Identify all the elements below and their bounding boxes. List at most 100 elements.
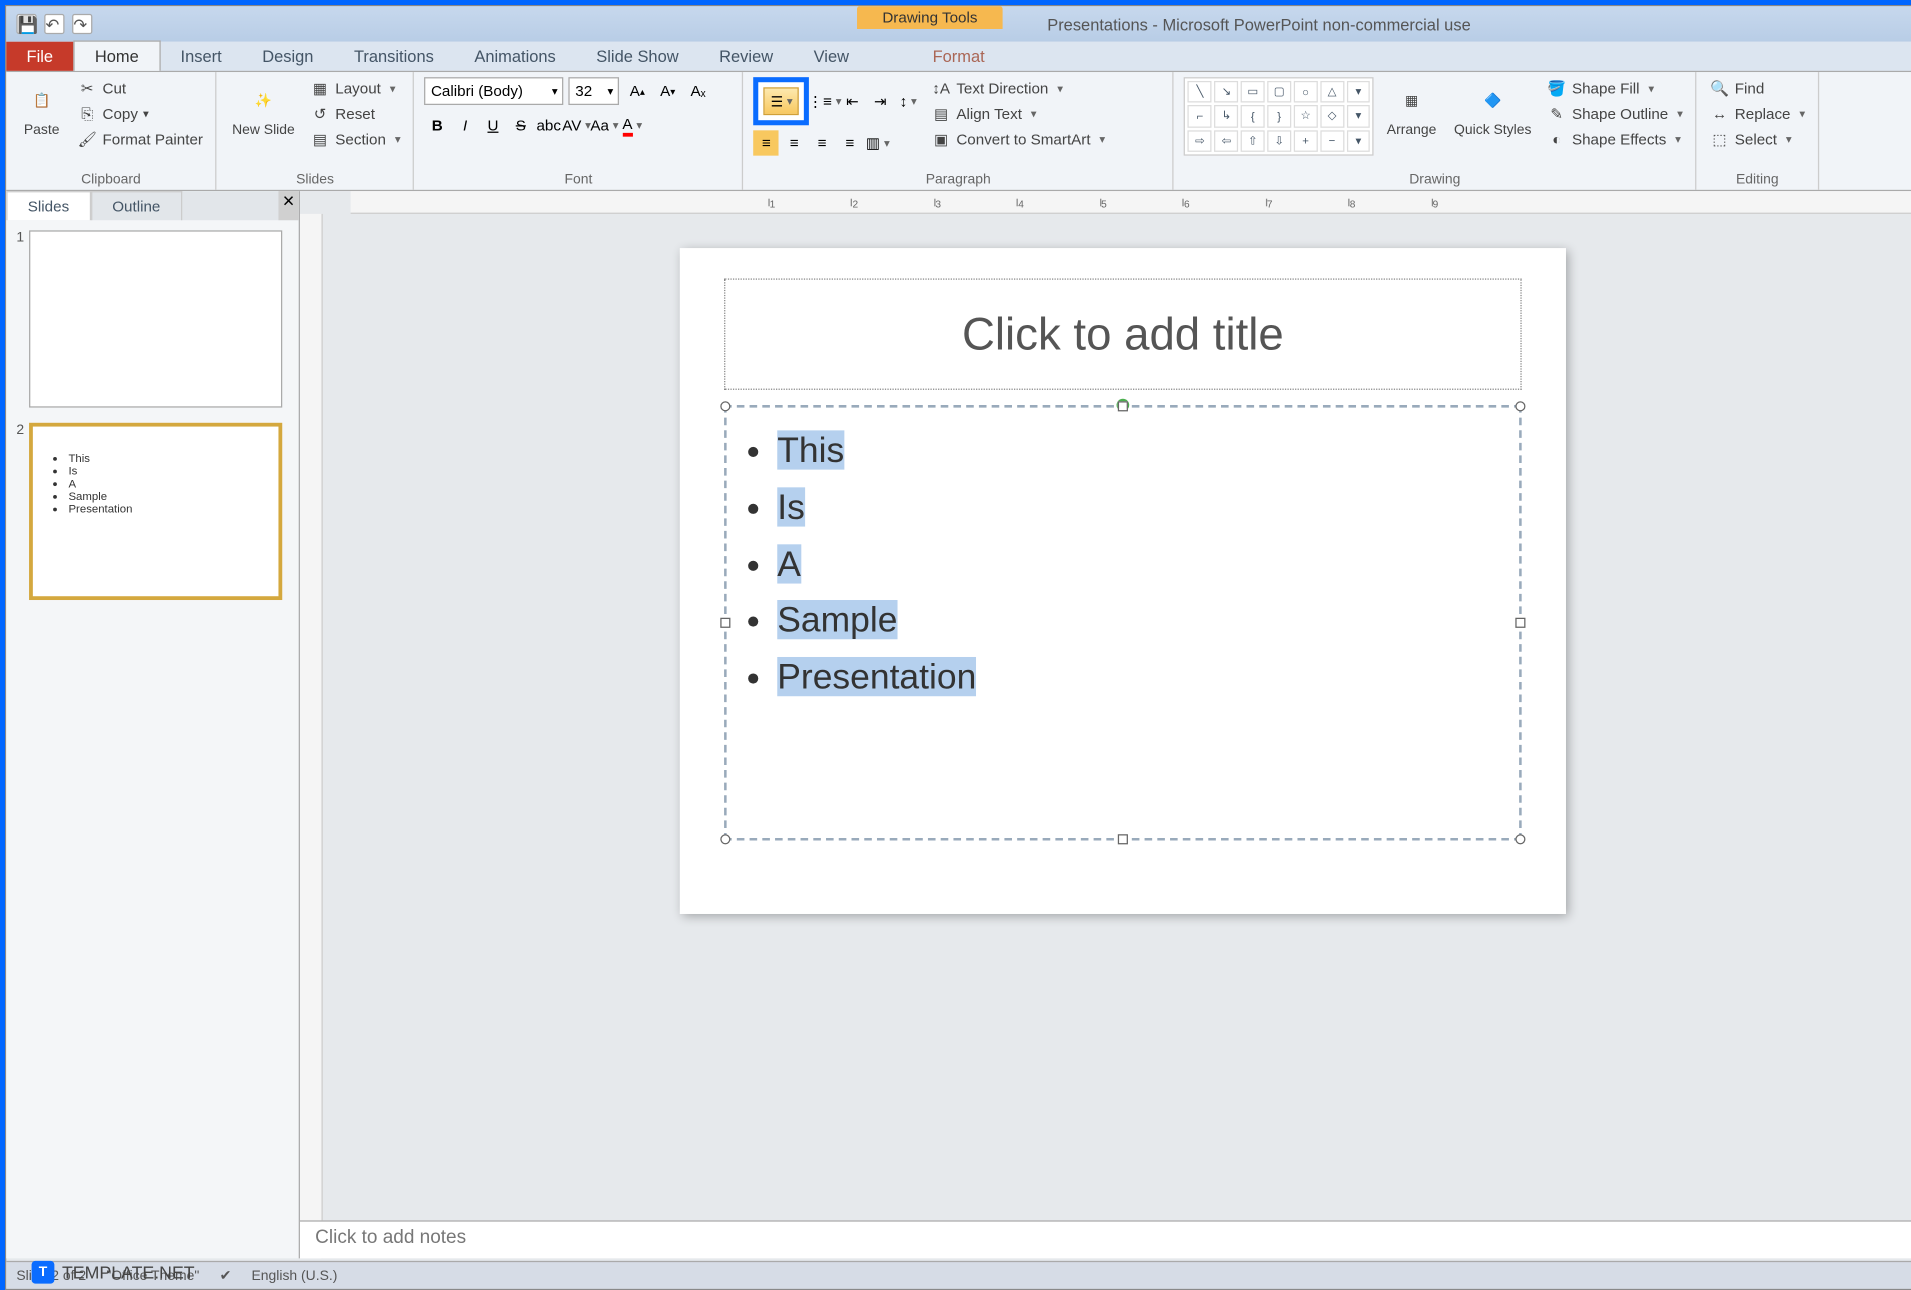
find-button[interactable]: 🔍Find	[1707, 77, 1808, 100]
change-case-button[interactable]: Aa	[592, 113, 617, 138]
section-button[interactable]: ▤Section	[307, 128, 403, 151]
bullet-item[interactable]: Is	[777, 479, 1494, 536]
shape-block3-icon[interactable]: ⇧	[1241, 130, 1265, 152]
resize-handle-s[interactable]	[1118, 834, 1128, 844]
shape-line-icon[interactable]: ╲	[1188, 81, 1212, 103]
tab-transitions[interactable]: Transitions	[334, 42, 454, 71]
tab-insert[interactable]: Insert	[160, 42, 242, 71]
shape-brace-icon[interactable]: {	[1241, 105, 1265, 127]
shape-star-icon[interactable]: ☆	[1294, 105, 1318, 127]
convert-smartart-button[interactable]: ▣Convert to SmartArt	[928, 128, 1107, 151]
tab-home[interactable]: Home	[73, 40, 160, 70]
line-spacing-button[interactable]: ↕	[896, 89, 921, 114]
canvas-area[interactable]: 123456789 Click to add title	[300, 191, 1911, 1258]
shape-elbow-icon[interactable]: ↳	[1214, 105, 1238, 127]
resize-handle-nw[interactable]	[720, 401, 730, 411]
resize-handle-se[interactable]	[1515, 834, 1525, 844]
tab-format[interactable]: Format	[912, 42, 1005, 71]
panel-tab-outline[interactable]: Outline	[91, 191, 182, 220]
spellcheck-icon[interactable]: ✔	[220, 1267, 232, 1283]
slide-thumbnail-2[interactable]: ThisIsASamplePresentation	[29, 423, 282, 600]
shape-block2-icon[interactable]: ⇦	[1214, 130, 1238, 152]
panel-close-button[interactable]: ×	[278, 191, 298, 220]
select-button[interactable]: ⬚Select	[1707, 128, 1808, 151]
arrange-button[interactable]: ▦Arrange	[1382, 77, 1442, 140]
bold-button[interactable]: B	[425, 113, 450, 138]
underline-button[interactable]: U	[480, 113, 505, 138]
shape-rect-icon[interactable]: ▭	[1241, 81, 1265, 103]
shape-roundrect-icon[interactable]: ▢	[1267, 81, 1291, 103]
shape-block-icon[interactable]: ⇨	[1188, 130, 1212, 152]
format-painter-button[interactable]: 🖌Format Painter	[75, 128, 206, 151]
paste-button[interactable]: 📋 Paste	[16, 77, 67, 140]
shape-eq-icon[interactable]: +	[1294, 130, 1318, 152]
shape-block4-icon[interactable]: ⇩	[1267, 130, 1291, 152]
tab-slideshow[interactable]: Slide Show	[576, 42, 699, 71]
resize-handle-sw[interactable]	[720, 834, 730, 844]
notes-pane[interactable]: Click to add notes	[300, 1220, 1911, 1258]
resize-handle-ne[interactable]	[1515, 401, 1525, 411]
shape-scroll-icon[interactable]: ▾	[1346, 105, 1370, 127]
italic-button[interactable]: I	[452, 113, 477, 138]
grow-font-button[interactable]: A▴	[625, 78, 650, 103]
bullet-list[interactable]: ThisIsASamplePresentation	[727, 408, 1520, 722]
shape-eq2-icon[interactable]: −	[1320, 130, 1344, 152]
content-placeholder[interactable]: ThisIsASamplePresentation	[724, 405, 1522, 841]
strikethrough-button[interactable]: S	[508, 113, 533, 138]
shape-connector-icon[interactable]: ⌐	[1188, 105, 1212, 127]
align-left-button[interactable]: ≡	[754, 130, 779, 155]
slide-thumbnail-1[interactable]	[29, 230, 282, 407]
bullet-item[interactable]: Presentation	[777, 650, 1494, 707]
justify-button[interactable]: ≡	[837, 130, 862, 155]
shape-expand-icon[interactable]: ▾	[1346, 130, 1370, 152]
save-icon[interactable]: 💾	[16, 14, 36, 34]
copy-button[interactable]: ⎘Copy▾	[75, 102, 206, 125]
replace-button[interactable]: ↔Replace	[1707, 102, 1808, 125]
cut-button[interactable]: ✂Cut	[75, 77, 206, 100]
shapes-gallery[interactable]: ╲↘▭▢○△▾ ⌐↳{}☆◇▾ ⇨⇦⇧⇩+−▾	[1184, 77, 1374, 155]
increase-indent-button[interactable]: ⇥	[868, 89, 893, 114]
panel-tab-slides[interactable]: Slides	[6, 191, 90, 220]
status-language[interactable]: English (U.S.)	[251, 1268, 337, 1283]
resize-handle-n[interactable]	[1118, 401, 1128, 411]
tab-review[interactable]: Review	[699, 42, 793, 71]
undo-icon[interactable]: ↶	[44, 14, 64, 34]
slide-canvas[interactable]: Click to add title ThisIsASamplePresenta…	[680, 248, 1566, 914]
tab-view[interactable]: View	[793, 42, 869, 71]
new-slide-button[interactable]: ✨ New Slide	[227, 77, 300, 140]
redo-icon[interactable]: ↷	[72, 14, 92, 34]
shape-fill-button[interactable]: 🪣Shape Fill	[1544, 77, 1685, 100]
tab-animations[interactable]: Animations	[454, 42, 576, 71]
bullet-item[interactable]: Sample	[777, 593, 1494, 650]
quick-styles-button[interactable]: 🔷Quick Styles	[1449, 77, 1537, 140]
tab-file[interactable]: File	[6, 42, 73, 71]
reset-button[interactable]: ↺Reset	[307, 102, 403, 125]
decrease-indent-button[interactable]: ⇤	[840, 89, 865, 114]
shape-more-icon[interactable]: ▾	[1346, 81, 1370, 103]
char-spacing-button[interactable]: AV	[564, 113, 589, 138]
numbering-button[interactable]: ⋮≡	[812, 89, 837, 114]
font-name-select[interactable]: Calibri (Body)▾	[425, 77, 564, 105]
shape-outline-button[interactable]: ✎Shape Outline	[1544, 102, 1685, 125]
columns-button[interactable]: ▥	[865, 130, 890, 155]
bullet-item[interactable]: A	[777, 536, 1494, 593]
shadow-button[interactable]: abc	[536, 113, 561, 138]
font-color-button[interactable]: A	[620, 113, 645, 138]
font-size-select[interactable]: 32▾	[569, 77, 620, 105]
align-center-button[interactable]: ≡	[782, 130, 807, 155]
shape-callout-icon[interactable]: ◇	[1320, 105, 1344, 127]
text-direction-button[interactable]: ↕AText Direction	[928, 77, 1107, 100]
shape-brace2-icon[interactable]: }	[1267, 105, 1291, 127]
shrink-font-button[interactable]: A▾	[655, 78, 680, 103]
shape-oval-icon[interactable]: ○	[1294, 81, 1318, 103]
tab-design[interactable]: Design	[242, 42, 334, 71]
align-text-button[interactable]: ▤Align Text	[928, 102, 1107, 125]
resize-handle-e[interactable]	[1515, 618, 1525, 628]
resize-handle-w[interactable]	[720, 618, 730, 628]
shape-effects-button[interactable]: ◐Shape Effects	[1544, 128, 1685, 151]
align-right-button[interactable]: ≡	[809, 130, 834, 155]
shape-triangle-icon[interactable]: △	[1320, 81, 1344, 103]
bullets-button[interactable]: ☰	[764, 87, 799, 115]
layout-button[interactable]: ▦Layout	[307, 77, 403, 100]
clear-format-button[interactable]: Aₓ	[685, 78, 710, 103]
